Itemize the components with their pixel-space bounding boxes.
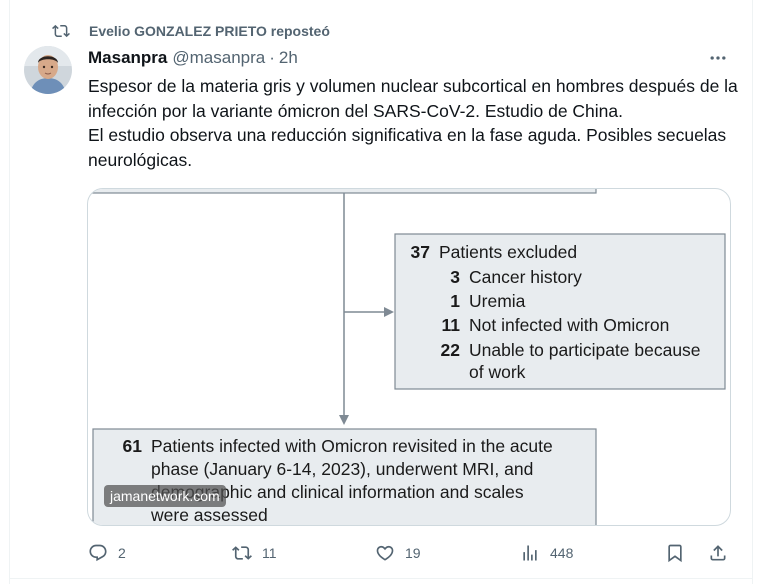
avatar[interactable] <box>24 46 72 94</box>
excluded-total-number: 37 <box>410 242 430 262</box>
excluded-item-label: Uremia <box>469 291 526 311</box>
repost-button[interactable]: 11 <box>232 540 277 566</box>
repost-icon <box>232 546 252 560</box>
flow-arrowhead-right <box>384 307 394 317</box>
excluded-item-number: 3 <box>450 267 460 287</box>
reply-icon <box>89 544 107 562</box>
excluded-header-label: Patients excluded <box>439 242 578 262</box>
included-line: were assessed <box>151 505 268 525</box>
reply-count: 2 <box>118 545 126 561</box>
top-box-edge <box>91 189 597 194</box>
included-line: phase (January 6-14, 2023), underwent MR… <box>151 459 534 479</box>
share-button[interactable] <box>708 540 728 566</box>
views-button[interactable]: 448 <box>520 540 573 566</box>
timeline-border-right <box>752 0 753 584</box>
reply-button[interactable]: 2 <box>88 540 126 566</box>
bookmark-button[interactable] <box>665 540 685 566</box>
bookmark-icon <box>668 544 682 563</box>
tweet-divider <box>9 578 753 579</box>
repost-icon <box>52 24 70 38</box>
tweet-text-line: El estudio observa una reducción signifi… <box>88 125 727 170</box>
like-count: 19 <box>405 545 421 561</box>
excluded-item-number: 11 <box>441 315 461 335</box>
more-options-button[interactable] <box>704 48 732 68</box>
tweet-header: Masanpra @masanpra · 2h <box>88 48 298 68</box>
excluded-item-label: Not infected with Omicron <box>469 315 670 335</box>
repost-context[interactable]: Evelio GONZALEZ PRIETO reposteó <box>52 20 330 42</box>
repost-count: 11 <box>262 545 277 561</box>
avatar-image <box>24 46 72 94</box>
excluded-item-number: 22 <box>440 340 460 360</box>
source-watermark: jamanetwork.com <box>104 485 226 507</box>
tweet-timestamp[interactable]: 2h <box>279 48 298 68</box>
analytics-icon <box>523 545 537 561</box>
excluded-item-continuation: of work <box>469 362 526 382</box>
tweet-actions: 2 11 19 448 <box>88 540 730 566</box>
flow-arrowhead-down <box>339 415 349 425</box>
excluded-item-label: Unable to participate because <box>469 340 701 360</box>
author-handle[interactable]: @masanpra <box>172 48 265 68</box>
included-line: Patients infected with Omicron revisited… <box>151 436 553 456</box>
share-icon <box>710 545 726 561</box>
more-icon <box>710 56 726 60</box>
heart-icon <box>376 545 394 561</box>
tweet-text: Espesor de la materia gris y volumen nuc… <box>88 74 738 172</box>
tweet-text-line: Espesor de la materia gris y volumen nuc… <box>88 76 738 121</box>
excluded-item-number: 1 <box>450 291 460 311</box>
timeline-border-left <box>9 0 10 584</box>
author-name[interactable]: Masanpra <box>88 48 167 68</box>
header-separator: · <box>269 48 275 67</box>
repost-label: Evelio GONZALEZ PRIETO reposteó <box>89 23 330 39</box>
tweet-media-image[interactable]: 37 Patients excluded 3 Cancer history 1 … <box>87 188 731 526</box>
like-button[interactable]: 19 <box>375 540 421 566</box>
views-count: 448 <box>550 545 574 561</box>
included-number: 61 <box>122 436 142 456</box>
excluded-item-label: Cancer history <box>469 267 582 287</box>
